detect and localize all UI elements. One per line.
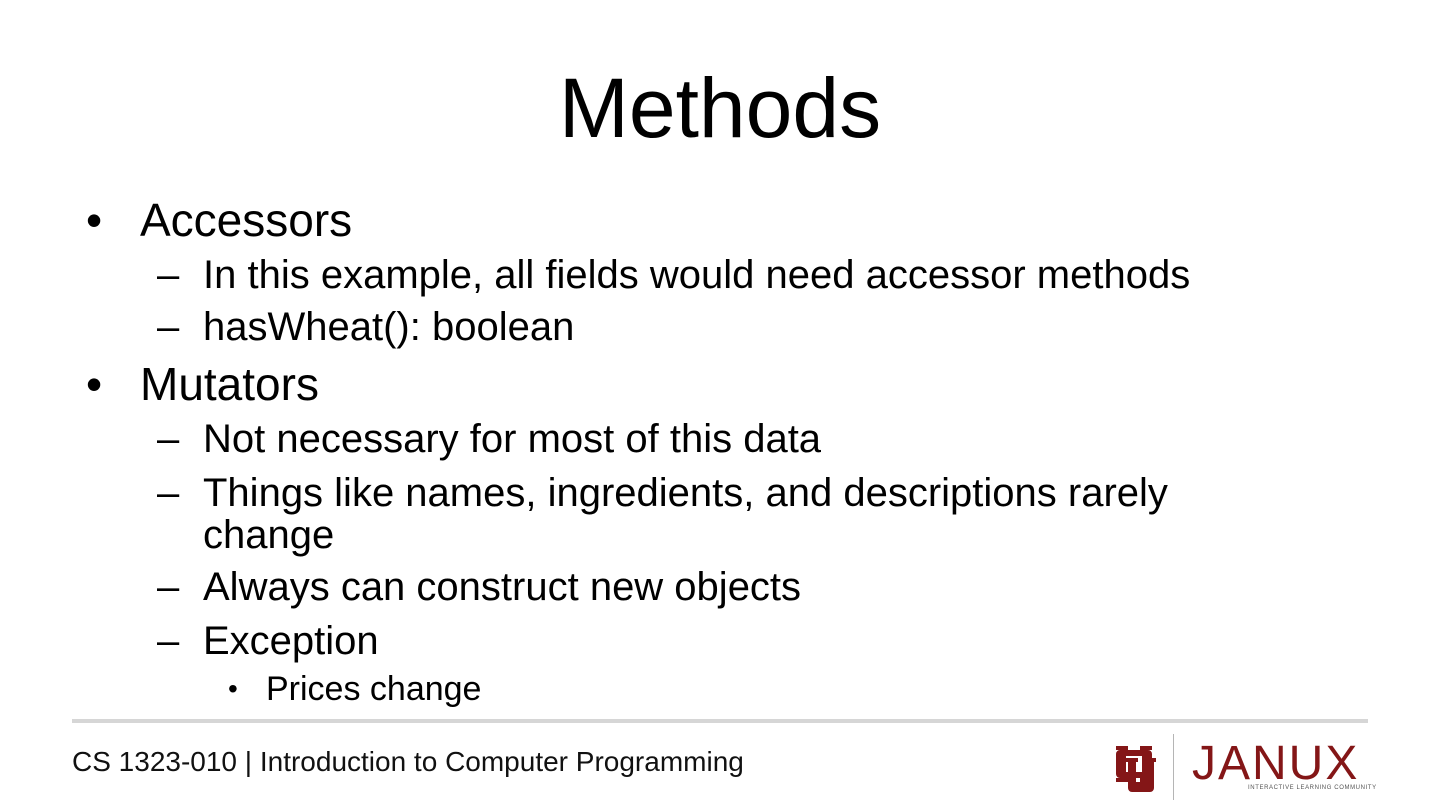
sub-bullet: – hasWheat(): boolean: [157, 305, 575, 349]
footer-divider: [72, 719, 1368, 723]
bullet-mutators: • Mutators: [86, 358, 319, 410]
sub-bullet-text: Always can construct new objects: [203, 565, 802, 609]
sub-bullet-text: Exception: [203, 619, 379, 663]
sub-bullet-text: Things like names, ingredients, and desc…: [203, 471, 1168, 515]
dash-marker: –: [157, 305, 180, 349]
sub-bullet: – Things like names, ingredients, and de…: [157, 471, 1168, 515]
logo-divider: [1173, 734, 1174, 800]
bullet-text: Accessors: [140, 194, 353, 246]
sub-sub-bullet-text: Prices change: [266, 670, 482, 708]
dash-marker: –: [157, 565, 180, 609]
course-label: CS 1323-010 | Introduction to Computer P…: [72, 746, 744, 777]
sub-bullet: – Exception: [157, 619, 379, 663]
ou-monogram-icon: [1116, 746, 1156, 792]
sub-bullet-text: In this example, all fields would need a…: [203, 253, 1191, 297]
dash-marker: –: [157, 253, 180, 297]
janux-logo: JANUX INTERACTIVE LEARNING COMMUNITY: [1112, 732, 1376, 804]
sub-bullet: – In this example, all fields would need…: [157, 253, 1191, 297]
sub-bullet-text: change: [203, 513, 335, 557]
janux-tagline: INTERACTIVE LEARNING COMMUNITY: [1248, 785, 1377, 791]
dash-marker: –: [157, 417, 180, 461]
dash-marker: –: [157, 619, 180, 663]
sub-bullet-continuation: change: [203, 513, 334, 557]
sub-sub-bullet: • Prices change: [228, 669, 482, 709]
sub-bullet-text: hasWheat(): boolean: [203, 305, 575, 349]
bullet-text: Mutators: [140, 358, 319, 410]
bullet-accessors: • Accessors: [86, 194, 353, 246]
janux-wordmark: JANUX: [1192, 737, 1360, 790]
bullet-marker: •: [86, 194, 103, 246]
sub-bullet-text: Not necessary for most of this data: [203, 417, 822, 461]
dash-marker: –: [157, 471, 180, 515]
sub-bullet: – Always can construct new objects: [157, 565, 802, 609]
bullet-marker: •: [228, 673, 238, 704]
slide-title: Methods: [558, 61, 882, 155]
bullet-marker: •: [86, 358, 103, 410]
sub-bullet: – Not necessary for most of this data: [157, 417, 822, 461]
